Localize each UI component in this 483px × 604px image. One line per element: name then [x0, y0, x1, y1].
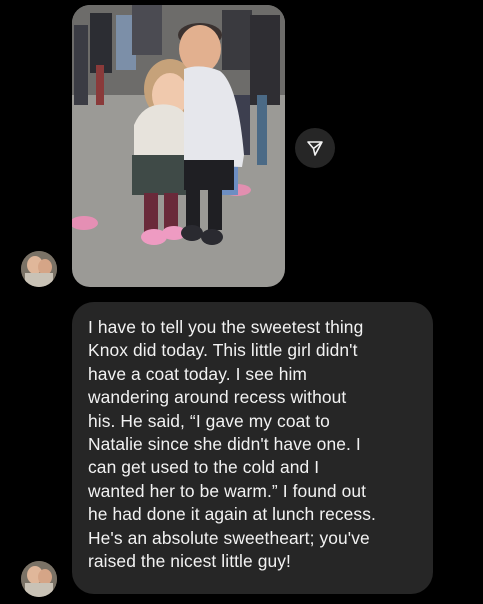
text-message-bubble[interactable]: I have to tell you the sweetest thing Kn… [72, 302, 433, 594]
message-line: can get used to the cold and I [88, 457, 320, 478]
avatar-photo-icon [21, 561, 57, 597]
message-line: He's an absolute sweetheart; you've [88, 527, 370, 548]
playground-photo [72, 5, 285, 287]
message-line: his. He said, “I gave my coat to [88, 410, 330, 431]
message-line: wanted her to be warm.” I found out [88, 480, 367, 501]
message-line: Natalie since she didn't have one. I [88, 434, 361, 455]
message-line: Knox did today. This little girl didn't [88, 340, 358, 361]
sender-avatar[interactable] [21, 251, 57, 287]
message-line: raised the nicest little guy! [88, 551, 291, 572]
message-line: have a coat today. I see him [88, 363, 308, 384]
photo-message[interactable] [72, 5, 285, 287]
paper-plane-icon [307, 141, 323, 156]
avatar-photo-icon [21, 251, 57, 287]
message-line: wandering around recess without [88, 387, 347, 408]
message-line: he had done it again at lunch recess. [88, 504, 376, 525]
sender-avatar[interactable] [21, 561, 57, 597]
text-message: I have to tell you the sweetest thing Kn… [88, 316, 419, 573]
message-line: I have to tell you the sweetest thing [88, 317, 364, 337]
share-button[interactable] [295, 128, 335, 168]
message-thread: I have to tell you the sweetest thing Kn… [0, 0, 483, 604]
